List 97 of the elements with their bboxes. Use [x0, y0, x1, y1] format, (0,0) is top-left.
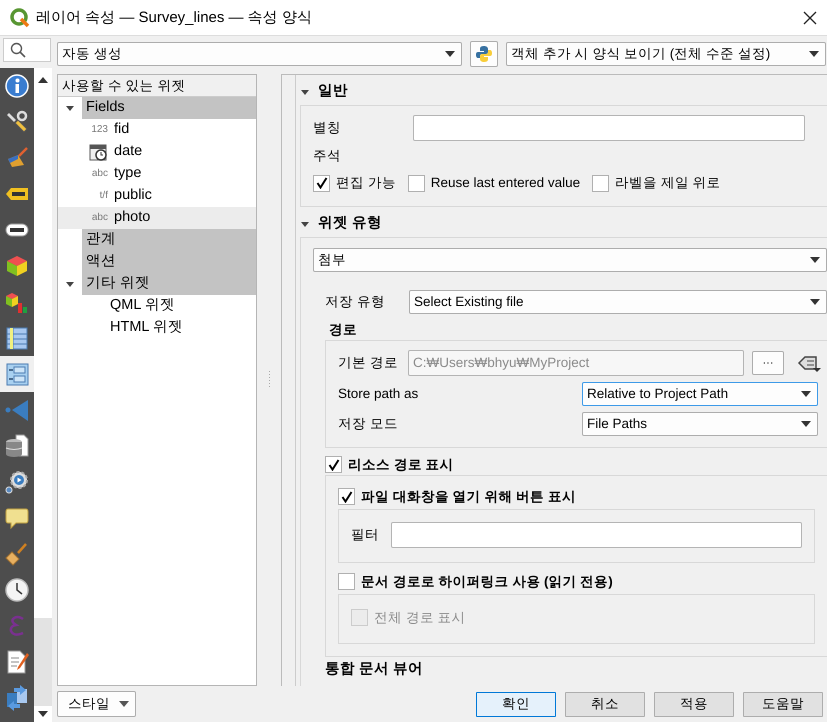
- tree-group-item[interactable]: 액션: [82, 251, 256, 273]
- caret-icon: [445, 51, 455, 57]
- close-icon[interactable]: [803, 10, 817, 24]
- tree-item[interactable]: abc type: [58, 163, 256, 185]
- section-title: 위젯 유형: [318, 215, 382, 233]
- checkbox[interactable]: [325, 456, 342, 474]
- app-logo-icon: [10, 8, 30, 28]
- field-type-label: t/f: [98, 190, 108, 202]
- checkbox[interactable]: [408, 174, 425, 192]
- clock-icon: [4, 577, 30, 603]
- dialog-button[interactable]: 확인: [476, 692, 556, 716]
- table-icon: [4, 325, 30, 351]
- checkbox-label: 문서 경로로 하이퍼링크 사용 (읽기 전용): [361, 574, 613, 590]
- field-type-label: abc: [90, 168, 108, 180]
- group-title: 경로: [329, 322, 358, 338]
- caret-icon: [801, 421, 811, 428]
- snake-logo-icon: [475, 45, 493, 63]
- brush-icon: [4, 541, 30, 567]
- tree-item[interactable]: QML 위젯: [58, 295, 256, 317]
- tree-item[interactable]: date: [58, 141, 256, 163]
- field-name: HTML 위젯: [110, 319, 183, 337]
- field-label: 기본 경로: [338, 355, 399, 372]
- tree-header: 사용할 수 있는 위젯: [58, 75, 256, 97]
- field-name: fid: [114, 121, 130, 139]
- dialog-button[interactable]: 취소: [565, 692, 645, 716]
- dialog-button[interactable]: 도움말: [743, 692, 823, 716]
- checkbox-label: Reuse last entered value: [430, 174, 580, 192]
- expand-arrow-icon[interactable]: [65, 104, 75, 112]
- search-icon: [10, 42, 26, 58]
- checkmark-icon: [340, 490, 352, 503]
- caret-icon: [119, 701, 129, 707]
- field-type-label: abc: [90, 212, 108, 224]
- tree-item[interactable]: abc photo: [58, 207, 256, 229]
- default-path-field: C:₩Users₩bhyu₩MyProject: [408, 350, 744, 376]
- checkbox-label: 파일 대화창을 열기 위해 버튼 표시: [361, 488, 576, 505]
- checkmark-icon: [328, 458, 340, 471]
- checkbox[interactable]: [592, 174, 610, 192]
- caret-icon: [810, 257, 820, 263]
- field-name: public: [114, 187, 152, 205]
- checkbox-label: 리소스 경로 표시: [348, 456, 454, 473]
- python-button[interactable]: [470, 41, 498, 67]
- checkbox-label: 전체 경로 표시: [374, 610, 466, 626]
- search-field[interactable]: [3, 38, 51, 62]
- calendar-clock-icon: [88, 142, 108, 162]
- tree-group-item[interactable]: Fields: [82, 97, 256, 119]
- checkbox-label: 라벨을 제일 위로: [615, 174, 721, 192]
- section-title: 통합 문서 뷰어: [325, 660, 424, 678]
- caret-icon: [801, 391, 811, 398]
- caret-icon: [809, 51, 819, 57]
- tree-item[interactable]: 123 fid: [58, 119, 256, 141]
- form-icon: [4, 361, 30, 387]
- tree-item[interactable]: HTML 위젯: [58, 317, 256, 339]
- sync-arrows-icon: [4, 685, 30, 711]
- form-suppress-combo[interactable]: 객체 추가 시 양식 보이기 (전체 수준 설정): [506, 42, 826, 66]
- field-label: 주석: [313, 148, 341, 164]
- field-name: photo: [114, 209, 150, 227]
- expand-arrow-icon[interactable]: [300, 88, 310, 96]
- database-icon: [4, 433, 30, 459]
- field-label: 필터: [351, 527, 380, 544]
- alias-field[interactable]: [413, 115, 805, 141]
- field-name: type: [114, 165, 142, 183]
- scroll-thumb[interactable]: [34, 618, 52, 706]
- join-triangle-icon: [4, 397, 30, 423]
- layout-combo[interactable]: 자동 생성: [57, 42, 462, 66]
- expand-arrow-icon[interactable]: [65, 280, 75, 288]
- cube-icon: [4, 253, 30, 279]
- checkbox[interactable]: [338, 573, 355, 590]
- field-type-label: 123: [90, 124, 108, 136]
- expand-arrow-icon[interactable]: [300, 220, 310, 228]
- checkbox-label: 편집 가능: [336, 174, 396, 192]
- tree-group-item[interactable]: 기타 위젯: [82, 273, 256, 295]
- checkbox[interactable]: [338, 488, 355, 506]
- field-name: QML 위젯: [110, 297, 175, 315]
- field-label: 저장 모드: [338, 416, 399, 432]
- storage-type-combo[interactable]: Select Existing file: [409, 290, 827, 314]
- style-button[interactable]: 스타일: [57, 691, 136, 717]
- checkmark-icon: [316, 177, 328, 189]
- widget-type-combo[interactable]: 첨부: [313, 248, 827, 272]
- scrollbar[interactable]: [34, 68, 52, 722]
- filter-field[interactable]: [391, 522, 802, 548]
- gear-play-icon: [4, 469, 30, 495]
- field-label: 저장 유형: [325, 294, 386, 310]
- path-option-combo[interactable]: File Paths: [582, 412, 818, 436]
- checkbox[interactable]: [313, 174, 330, 192]
- info-icon: [4, 73, 30, 99]
- section-title: 일반: [318, 83, 348, 101]
- path-option-combo[interactable]: Relative to Project Path: [582, 382, 818, 406]
- tree-item[interactable]: t/f public: [58, 185, 256, 207]
- splitter-handle-icon[interactable]: [268, 371, 270, 389]
- dialog-button[interactable]: 적용: [654, 692, 734, 716]
- window-title: 레이어 속성 — Survey_lines — 속성 양식: [36, 8, 312, 26]
- field-name: date: [114, 143, 142, 161]
- tree-group-item[interactable]: 관계: [82, 229, 256, 251]
- caret-icon: [810, 299, 820, 305]
- field-label: 별칭: [313, 120, 342, 136]
- field-label: Store path as: [338, 386, 420, 402]
- browse-button[interactable]: ···: [752, 351, 784, 376]
